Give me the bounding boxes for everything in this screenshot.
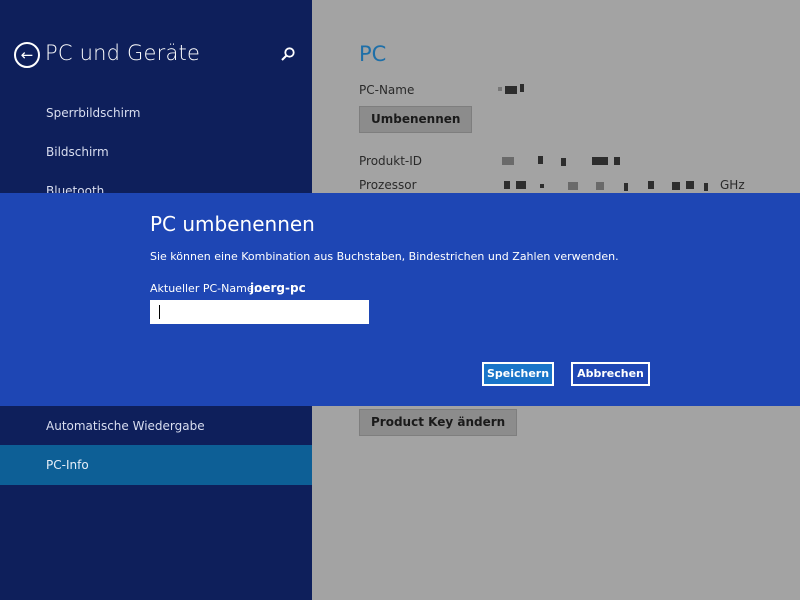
redacted-processor <box>516 181 526 189</box>
nav-item-pc-info[interactable]: PC-Info <box>0 445 312 485</box>
redacted-pc-name <box>498 87 502 91</box>
current-pc-name-label: Aktueller PC-Name: <box>150 282 258 295</box>
pc-section-title: PC <box>359 42 387 66</box>
left-pane-title: PC und Geräte <box>45 41 201 65</box>
redacted-product-id <box>502 157 514 165</box>
dialog-description: Sie können eine Kombination aus Buchstab… <box>150 250 619 263</box>
redacted-product-id <box>614 157 620 165</box>
nav-item-sperrbildschirm[interactable]: Sperrbildschirm <box>0 93 312 133</box>
pc-name-label: PC-Name <box>359 83 415 97</box>
redacted-product-id <box>561 158 566 166</box>
search-icon[interactable] <box>280 46 296 62</box>
redacted-processor <box>540 184 544 188</box>
processor-label: Prozessor <box>359 178 417 192</box>
cancel-button[interactable]: Abbrechen <box>571 362 650 386</box>
processor-unit: GHz <box>720 178 745 192</box>
redacted-processor <box>624 183 628 191</box>
redacted-processor <box>704 183 708 191</box>
back-arrow-icon[interactable]: ← <box>14 42 40 68</box>
redacted-processor <box>568 182 578 190</box>
dialog-title: PC umbenennen <box>150 212 315 236</box>
product-id-label: Produkt-ID <box>359 154 423 168</box>
redacted-pc-name <box>520 84 524 92</box>
nav-item-bildschirm[interactable]: Bildschirm <box>0 132 312 172</box>
new-pc-name-input[interactable] <box>150 300 369 324</box>
text-cursor <box>159 305 160 319</box>
save-button[interactable]: Speichern <box>482 362 554 386</box>
current-pc-name-value: joerg-pc <box>250 281 306 295</box>
rename-pc-dialog: PC umbenennen Sie können eine Kombinatio… <box>0 193 800 406</box>
redacted-processor <box>504 181 510 189</box>
nav-item-automatische-wiedergabe[interactable]: Automatische Wiedergabe <box>0 406 312 446</box>
redacted-product-id <box>592 157 608 165</box>
redacted-processor <box>596 182 604 190</box>
redacted-processor <box>648 181 654 189</box>
redacted-processor <box>686 181 694 189</box>
redacted-pc-name <box>505 86 517 94</box>
redacted-product-id <box>538 156 543 164</box>
change-product-key-button[interactable]: Product Key ändern <box>359 409 518 436</box>
redacted-processor <box>672 182 680 190</box>
rename-button[interactable]: Umbenennen <box>359 106 473 133</box>
